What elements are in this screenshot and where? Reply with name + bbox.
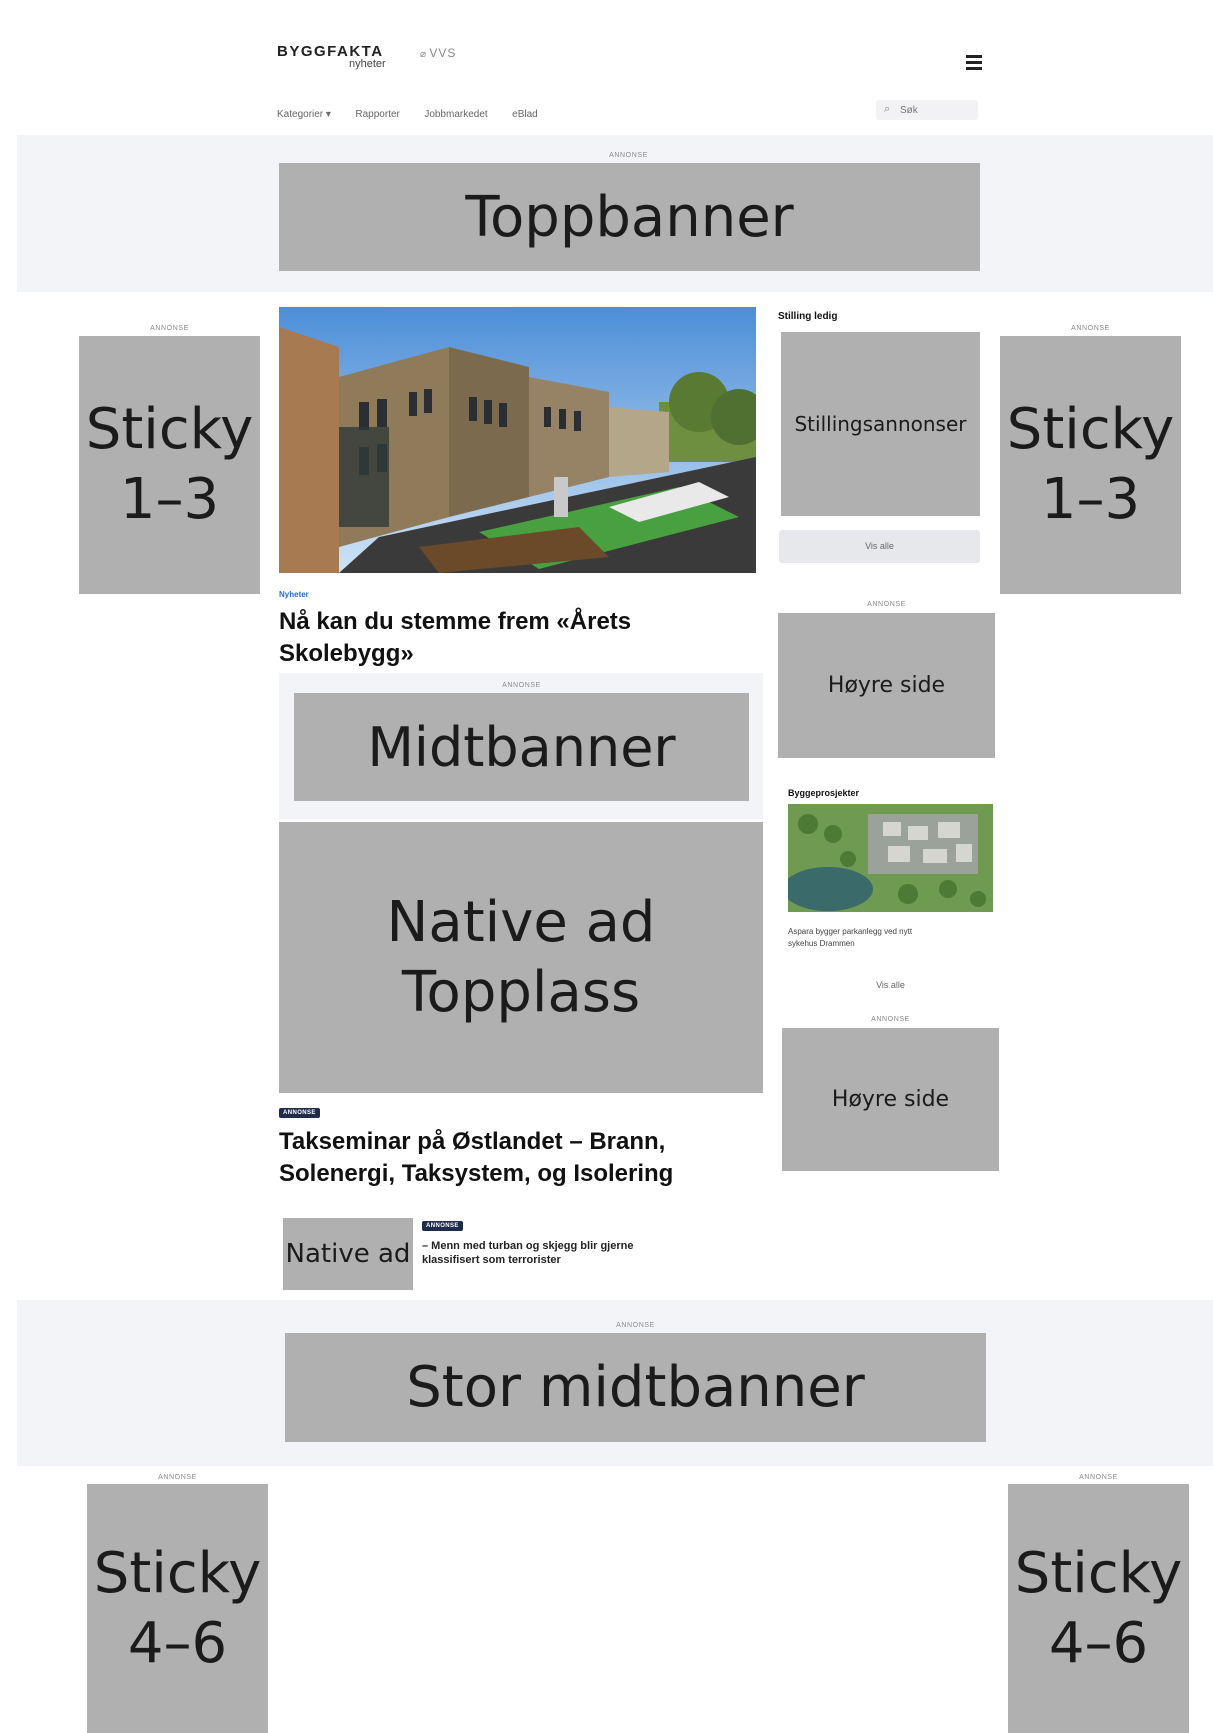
search-icon: ⌕ [884,103,891,115]
small-sponsored-title[interactable]: – Menn med turban og skjegg blir gjerne … [422,1239,633,1267]
search-input[interactable] [898,102,976,119]
ad-label: ANNONSE [502,682,541,689]
ad-label: ANNONSE [871,1016,910,1023]
project-image[interactable] [788,804,993,912]
jobs-view-all-button[interactable]: Vis alle [779,530,980,563]
search-box[interactable]: ⌕ [876,100,978,120]
partner-vvs: VVS [429,46,457,60]
sticky-left-top-ad[interactable]: Sticky 1–3 [79,336,260,594]
right-side-ad-2[interactable]: Høyre side [782,1028,999,1171]
article-title[interactable]: Nå kan du stemme frem «Årets Skolebygg» [279,606,631,670]
hamburger-menu-icon[interactable] [966,55,982,70]
mid-banner-ad[interactable]: Midtbanner [294,693,749,801]
big-mid-banner-ad[interactable]: Stor midtbanner [285,1333,986,1442]
ad-label: ANNONSE [1079,1474,1118,1481]
aerial-park-photo [788,804,993,912]
logo-nyheter: nyheter [349,58,386,70]
sponsored-article-title[interactable]: Takseminar på Østlandet – Brann, Solener… [279,1126,673,1190]
nav-item-eblad[interactable]: eBlad [512,109,538,120]
nav-item-rapporter[interactable]: Rapporter [355,109,399,120]
ad-label: ANNONSE [158,1474,197,1481]
native-ad-topplass[interactable]: Native ad Topplass [279,822,763,1093]
partner-logo[interactable]: ⌀ VVS [420,46,456,60]
main-nav: Kategorier ▾ Rapporter Jobbmarkedet eBla… [277,104,558,122]
right-side-ad-1[interactable]: Høyre side [778,613,995,758]
nav-item-jobbmarkedet[interactable]: Jobbmarkedet [424,109,487,120]
jobs-ad[interactable]: Stillingsannonser [781,332,980,516]
native-ad-small[interactable]: Native ad [283,1218,413,1290]
sticky-right-bottom-ad[interactable]: Sticky 4–6 [1008,1484,1189,1733]
hero-image[interactable] [279,307,756,573]
sticky-left-bottom-ad[interactable]: Sticky 4–6 [87,1484,268,1733]
projects-view-all-button[interactable]: Vis alle [788,980,993,990]
ad-label: ANNONSE [150,325,189,332]
ad-label: ANNONSE [867,601,906,608]
ad-label: ANNONSE [1071,325,1110,332]
sponsored-kicker: ANNONSE [279,1108,320,1118]
jobs-heading: Stilling ledig [778,311,838,322]
ad-label: ANNONSE [609,152,648,159]
ad-label: ANNONSE [616,1322,655,1329]
site-logo[interactable]: BYGGFAKTA nyheter [277,43,386,70]
nav-item-kategorier[interactable]: Kategorier ▾ [277,109,331,120]
top-banner-ad[interactable]: Toppbanner [279,163,980,271]
small-sponsored-kicker: ANNONSE [422,1221,463,1231]
projects-heading: Byggeprosjekter [788,788,860,798]
partner-mark: ⌀ [420,49,427,60]
article-category[interactable]: Nyheter [279,590,309,599]
school-building-photo [279,307,756,573]
project-text[interactable]: Aspara bygger parkanlegg ved nytt sykehu… [788,926,912,950]
sticky-right-top-ad[interactable]: Sticky 1–3 [1000,336,1181,594]
